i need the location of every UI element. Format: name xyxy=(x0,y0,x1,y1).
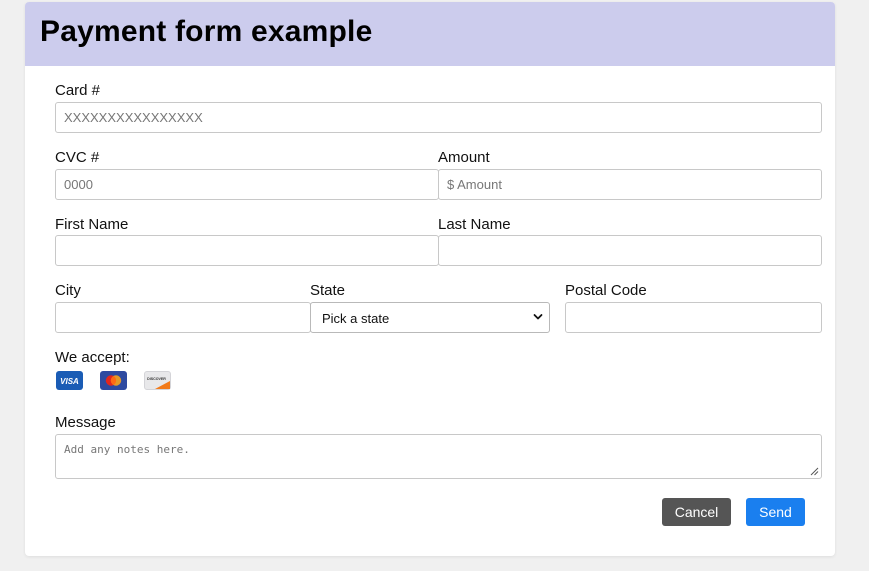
form-header: Payment form example xyxy=(25,2,835,66)
city-input[interactable] xyxy=(55,302,311,333)
discover-text: DISCOVER xyxy=(147,377,166,381)
visa-icon: VISA xyxy=(56,371,83,390)
card-number-input[interactable] xyxy=(55,102,822,133)
first-name-label: First Name xyxy=(55,216,129,233)
cvc-label: CVC # xyxy=(55,149,100,166)
amount-label: Amount xyxy=(438,149,490,166)
postal-code-input[interactable] xyxy=(565,302,822,333)
amount-input[interactable] xyxy=(438,169,822,200)
state-select[interactable]: Pick a state xyxy=(310,302,550,333)
mastercard-icon xyxy=(100,371,127,390)
send-button[interactable]: Send xyxy=(746,498,805,526)
first-name-input[interactable] xyxy=(55,235,439,266)
card-number-label: Card # xyxy=(55,82,101,99)
last-name-label: Last Name xyxy=(438,216,511,233)
city-label: City xyxy=(55,282,81,299)
postal-code-label: Postal Code xyxy=(565,282,647,299)
cancel-button[interactable]: Cancel xyxy=(662,498,731,526)
chevron-down-icon xyxy=(533,314,543,320)
visa-text: VISA xyxy=(60,377,79,386)
state-select-value: Pick a state xyxy=(322,311,390,326)
we-accept-label: We accept: xyxy=(55,349,130,366)
discover-icon: DISCOVER xyxy=(144,371,171,390)
payment-form-card: Payment form example Card # CVC # Amount… xyxy=(25,2,835,556)
resize-grip-icon[interactable] xyxy=(810,467,819,476)
page-title: Payment form example xyxy=(40,15,373,48)
message-label: Message xyxy=(55,414,116,431)
last-name-input[interactable] xyxy=(438,235,822,266)
cvc-input[interactable] xyxy=(55,169,439,200)
message-textarea[interactable] xyxy=(55,434,822,479)
state-label: State xyxy=(310,282,346,299)
